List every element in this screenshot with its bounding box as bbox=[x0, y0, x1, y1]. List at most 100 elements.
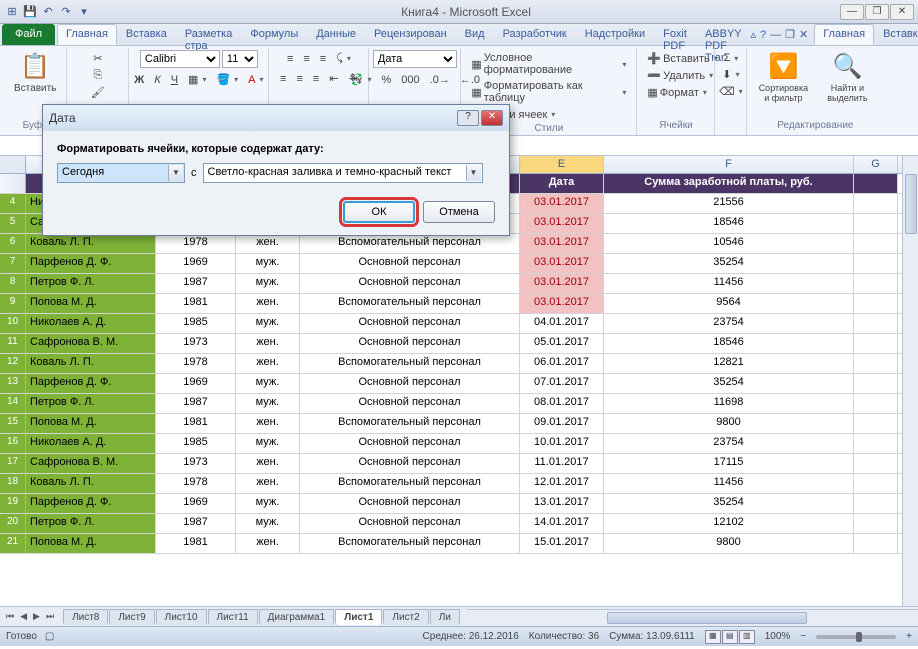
mdi-close-icon[interactable]: ✕ bbox=[799, 28, 808, 41]
zoom-slider[interactable] bbox=[816, 635, 896, 639]
row-header[interactable]: 11 bbox=[0, 334, 26, 353]
row-header[interactable]: 8 bbox=[0, 274, 26, 293]
cell-category[interactable]: Основной персонал bbox=[300, 394, 520, 413]
cell-sum[interactable]: 9800 bbox=[604, 414, 854, 433]
border-button[interactable]: ▦ bbox=[184, 71, 210, 88]
macro-record-icon[interactable]: ▢ bbox=[45, 631, 54, 642]
cell-sex[interactable]: муж. bbox=[236, 494, 300, 513]
dialog-close-button[interactable]: ✕ bbox=[481, 110, 503, 126]
cell-empty[interactable] bbox=[854, 394, 898, 413]
cell-empty[interactable] bbox=[854, 194, 898, 213]
cell-empty[interactable] bbox=[854, 494, 898, 513]
cell-name[interactable]: Петров Ф. Л. bbox=[26, 274, 156, 293]
cell-sex[interactable]: жен. bbox=[236, 354, 300, 373]
align-left[interactable]: ≡ bbox=[276, 71, 290, 87]
orientation-button[interactable]: ⤹ bbox=[332, 50, 355, 67]
sheet-tab-Лист1[interactable]: Лист1 bbox=[335, 609, 382, 625]
excel-icon[interactable]: ⊞ bbox=[4, 4, 20, 20]
tab-3[interactable]: Формулы bbox=[241, 24, 307, 45]
cell-name[interactable]: Попова М. Д. bbox=[26, 414, 156, 433]
cell-year[interactable]: 1981 bbox=[156, 414, 236, 433]
cell-sum[interactable]: 10546 bbox=[604, 234, 854, 253]
horizontal-scrollbar[interactable] bbox=[467, 609, 918, 625]
cell-name[interactable]: Николаев А. Д. bbox=[26, 314, 156, 333]
inc-decimal[interactable]: .0→ bbox=[426, 72, 454, 88]
align-right[interactable]: ≡ bbox=[309, 71, 323, 87]
font-color-button[interactable]: A bbox=[244, 72, 267, 88]
cell-date[interactable]: 03.01.2017 bbox=[520, 194, 604, 213]
sheet-tab-Лист2[interactable]: Лист2 bbox=[383, 609, 428, 625]
view-layout-icon[interactable]: ▤ bbox=[722, 630, 738, 644]
col-header-G[interactable]: G bbox=[854, 156, 898, 173]
row-header[interactable]: 10 bbox=[0, 314, 26, 333]
cell-year[interactable]: 1978 bbox=[156, 354, 236, 373]
cell-category[interactable]: Вспомогательный персонал bbox=[300, 474, 520, 493]
cell-empty[interactable] bbox=[854, 534, 898, 553]
cell-sum[interactable]: 18546 bbox=[604, 334, 854, 353]
cell-name[interactable]: Коваль Л. П. bbox=[26, 234, 156, 253]
clear-button[interactable]: ⌫ bbox=[715, 83, 747, 100]
cell-category[interactable]: Вспомогательный персонал bbox=[300, 294, 520, 313]
tab-2[interactable]: Разметка стра bbox=[176, 24, 242, 45]
format-style-select[interactable]: Светло-красная заливка и темно-красный т… bbox=[203, 163, 483, 183]
row-header[interactable]: 14 bbox=[0, 394, 26, 413]
align-top[interactable]: ≡ bbox=[283, 51, 297, 67]
cell-empty[interactable] bbox=[854, 454, 898, 473]
close-button[interactable]: ✕ bbox=[890, 4, 914, 20]
cell-name[interactable]: Николаев А. Д. bbox=[26, 434, 156, 453]
cell-sex[interactable]: жен. bbox=[236, 294, 300, 313]
paste-button[interactable]: 📋Вставить bbox=[10, 50, 60, 96]
cell-sex[interactable]: жен. bbox=[236, 534, 300, 553]
cell-category[interactable]: Основной персонал bbox=[300, 314, 520, 333]
sheet-first-icon[interactable]: ⏮ bbox=[4, 611, 16, 622]
row-header[interactable]: 6 bbox=[0, 234, 26, 253]
cell-empty[interactable] bbox=[854, 214, 898, 233]
cell-empty[interactable] bbox=[854, 334, 898, 353]
cell-date[interactable]: 03.01.2017 bbox=[520, 214, 604, 233]
mdi-minimize-icon[interactable]: — bbox=[770, 29, 781, 41]
restore-button[interactable]: ❐ bbox=[865, 4, 889, 20]
cell-name[interactable]: Парфенов Д. Ф. bbox=[26, 494, 156, 513]
cell-sum[interactable]: 35254 bbox=[604, 494, 854, 513]
row-header[interactable]: 12 bbox=[0, 354, 26, 373]
sort-filter-button[interactable]: 🔽Сортировка и фильтр bbox=[753, 50, 813, 105]
cell-sum[interactable]: 21556 bbox=[604, 194, 854, 213]
date-condition-select[interactable]: Сегодня▼ bbox=[57, 163, 185, 183]
cell-date[interactable]: 03.01.2017 bbox=[520, 234, 604, 253]
sheet-tab-Лист9[interactable]: Лист9 bbox=[109, 609, 154, 625]
find-select-button[interactable]: 🔍Найти и выделить bbox=[817, 50, 877, 105]
cell-empty[interactable] bbox=[854, 254, 898, 273]
cell-date[interactable]: 10.01.2017 bbox=[520, 434, 604, 453]
cell-date[interactable]: 11.01.2017 bbox=[520, 454, 604, 473]
fill-button[interactable]: ⬇ bbox=[718, 66, 743, 83]
cell-sum[interactable]: 17115 bbox=[604, 454, 854, 473]
cell-sum[interactable]: 9564 bbox=[604, 294, 854, 313]
cell-name[interactable]: Парфенов Д. Ф. bbox=[26, 374, 156, 393]
zoom-level[interactable]: 100% bbox=[765, 631, 791, 642]
tab-5[interactable]: Рецензирован bbox=[365, 24, 456, 45]
sheet-tab-Диаграмма1[interactable]: Диаграмма1 bbox=[259, 609, 335, 625]
currency-button[interactable]: 💱 bbox=[346, 71, 376, 88]
delete-cells-button[interactable]: ➖ Удалить bbox=[643, 67, 717, 84]
zoom-out-button[interactable]: − bbox=[800, 631, 806, 642]
row-header[interactable]: 19 bbox=[0, 494, 26, 513]
bold-button[interactable]: Ж bbox=[130, 72, 148, 88]
cell-year[interactable]: 1981 bbox=[156, 294, 236, 313]
fill-color-button[interactable]: 🪣 bbox=[212, 71, 242, 88]
cell-year[interactable]: 1987 bbox=[156, 394, 236, 413]
sheet-prev-icon[interactable]: ◀ bbox=[18, 611, 29, 622]
row-header[interactable] bbox=[0, 174, 26, 193]
cell-date[interactable]: 05.01.2017 bbox=[520, 334, 604, 353]
minimize-button[interactable]: — bbox=[840, 4, 864, 20]
vertical-scrollbar[interactable] bbox=[902, 156, 918, 606]
cell-category[interactable]: Основной персонал bbox=[300, 514, 520, 533]
row-header[interactable]: 18 bbox=[0, 474, 26, 493]
cell-sum[interactable]: 12102 bbox=[604, 514, 854, 533]
format-cells-button[interactable]: ▦ Формат bbox=[643, 84, 711, 101]
cell-name[interactable]: Попова М. Д. bbox=[26, 534, 156, 553]
cell-sum[interactable]: 11456 bbox=[604, 274, 854, 293]
cell-sex[interactable]: муж. bbox=[236, 514, 300, 533]
cell-date[interactable]: 14.01.2017 bbox=[520, 514, 604, 533]
row-header[interactable]: 7 bbox=[0, 254, 26, 273]
cell-date[interactable]: 13.01.2017 bbox=[520, 494, 604, 513]
